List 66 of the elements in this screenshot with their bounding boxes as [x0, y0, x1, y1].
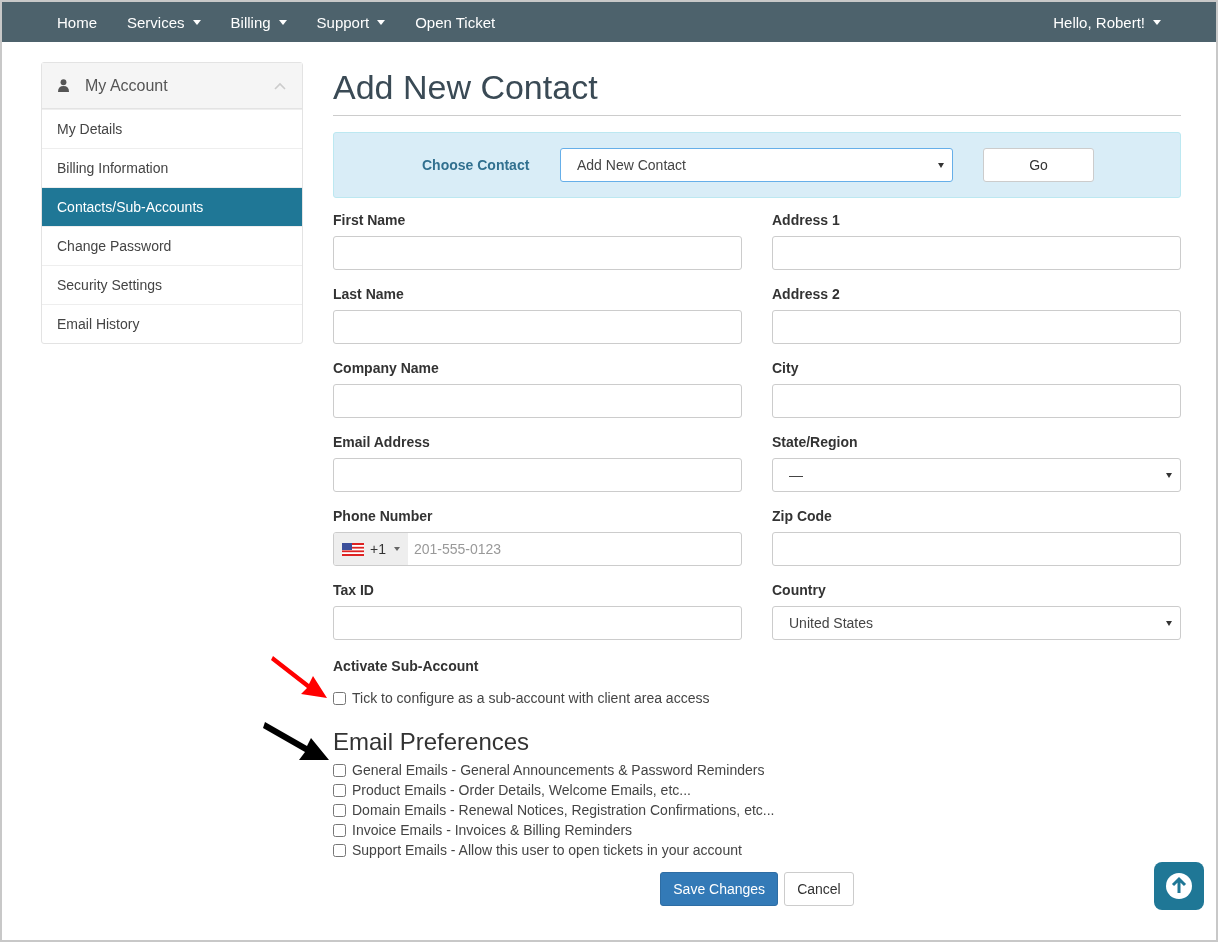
- input-field[interactable]: [333, 458, 742, 492]
- contact-select[interactable]: Add New Contact: [560, 148, 953, 182]
- select-field[interactable]: United States: [772, 606, 1181, 640]
- input-field[interactable]: [772, 310, 1181, 344]
- field-label: Phone Number: [333, 508, 434, 524]
- checkbox[interactable]: [333, 843, 346, 857]
- nav-link[interactable]: Billing: [215, 13, 302, 31]
- sidebar-item[interactable]: Change Password: [42, 226, 302, 265]
- input-field[interactable]: [772, 384, 1181, 418]
- checkbox[interactable]: [333, 803, 346, 817]
- checkbox[interactable]: [333, 783, 346, 797]
- field-label: State/Region: [772, 434, 859, 450]
- field-label: City: [772, 360, 800, 376]
- caret-icon: [1166, 621, 1172, 626]
- nav-link[interactable]: Open Ticket: [400, 13, 511, 31]
- country-code-dropdown[interactable]: +1: [334, 533, 408, 565]
- caret-icon: [1166, 473, 1172, 478]
- field-label: Zip Code: [772, 508, 833, 524]
- nav-link[interactable]: Services: [112, 13, 216, 31]
- checkbox-label: Support Emails - Allow this user to open tickets in your account: [352, 842, 742, 858]
- input-field[interactable]: [772, 236, 1181, 270]
- scroll-to-top-button[interactable]: [1154, 862, 1204, 910]
- chevron-icon[interactable]: [274, 81, 286, 90]
- go-button[interactable]: Go: [983, 148, 1094, 182]
- checkbox-label: Product Emails - Order Details, Welcome Emails, etc...: [352, 782, 691, 798]
- field-label: Tax ID: [333, 582, 375, 598]
- field-label: Country: [772, 582, 827, 598]
- input-field[interactable]: [333, 310, 742, 344]
- checkbox[interactable]: [333, 823, 346, 837]
- field-label: Email Address: [333, 434, 431, 450]
- field-label: First Name: [333, 212, 407, 228]
- caret-icon: [938, 163, 944, 168]
- field-label: Address 2: [772, 286, 841, 302]
- nav-link[interactable]: Support: [301, 13, 401, 31]
- sidebar-title: My Account: [85, 76, 169, 95]
- user-menu[interactable]: Hello, Robert!: [1038, 13, 1176, 31]
- choose-contact-label: Choose Contact: [422, 157, 531, 173]
- nav-link[interactable]: Home: [42, 13, 112, 31]
- sidebar-header[interactable]: My Account: [42, 63, 302, 109]
- input-field[interactable]: [333, 384, 742, 418]
- checkbox[interactable]: [333, 691, 346, 705]
- form-button[interactable]: Save Changes: [660, 872, 779, 906]
- input-field[interactable]: [772, 532, 1181, 566]
- user-icon: [58, 79, 69, 92]
- checkbox-label: Invoice Emails - Invoices & Billing Reminders: [352, 822, 633, 838]
- section-heading: Email Preferences: [333, 728, 531, 756]
- checkbox[interactable]: [333, 763, 346, 777]
- caret-icon: [393, 547, 400, 551]
- phone-input-field[interactable]: +1 201-555-0123: [333, 532, 742, 566]
- sidebar-item[interactable]: Email History: [42, 304, 302, 343]
- checkbox-label: Tick to configure as a sub-account with client area access: [352, 690, 710, 706]
- input-field[interactable]: [333, 236, 742, 270]
- page-title: Add New Contact: [333, 68, 1181, 116]
- field-label: Last Name: [333, 286, 405, 302]
- sidebar-item[interactable]: My Details: [42, 109, 302, 148]
- field-label: Address 1: [772, 212, 841, 228]
- sidebar-item[interactable]: Security Settings: [42, 265, 302, 304]
- checkbox-label: Domain Emails - Renewal Notices, Registration Confirmations, etc...: [352, 802, 775, 818]
- section-label: Activate Sub-Account: [333, 658, 480, 674]
- select-field[interactable]: —: [772, 458, 1181, 492]
- sidebar-item[interactable]: Contacts/Sub-Accounts: [42, 187, 302, 226]
- form-button[interactable]: Cancel: [784, 872, 854, 906]
- flag-icon: [342, 542, 364, 556]
- checkbox-label: General Emails - General Announcements & Password Reminders: [352, 762, 765, 778]
- field-label: Company Name: [333, 360, 440, 376]
- input-field[interactable]: [333, 606, 742, 640]
